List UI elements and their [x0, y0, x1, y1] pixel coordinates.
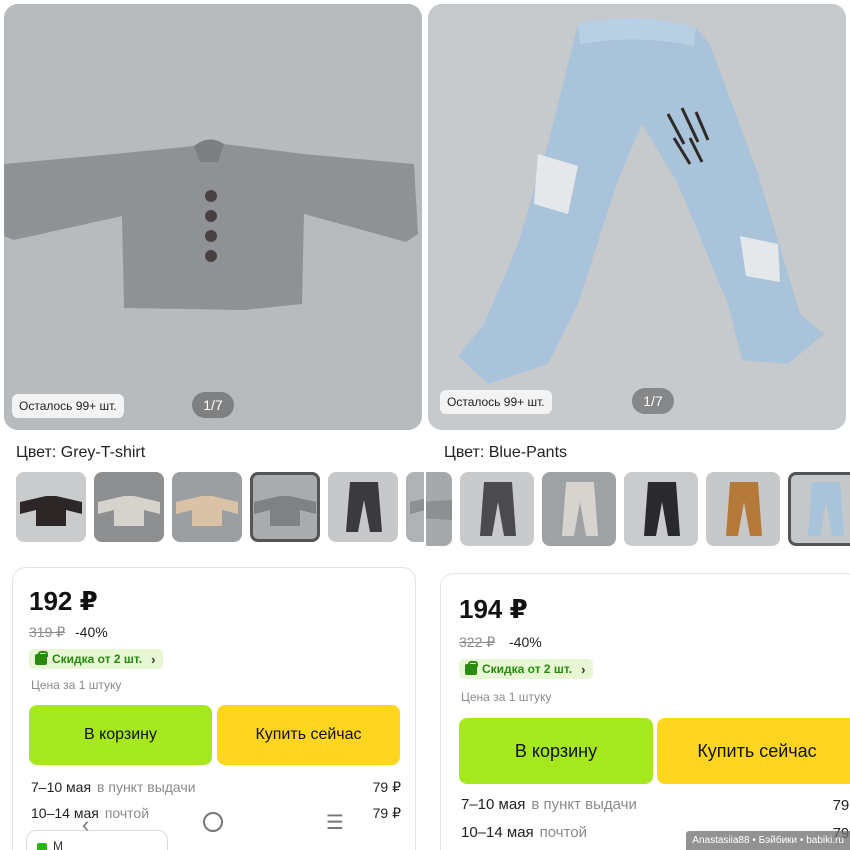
watermark: Anastasiia88 • Бэйбики • babiki.ru	[686, 831, 850, 850]
old-price: 322 ₽	[459, 634, 496, 650]
image-counter: 1/7	[632, 388, 674, 414]
buy-now-button[interactable]: Купить сейчас	[217, 705, 400, 765]
color-label: Цвет: Grey-T-shirt	[16, 444, 146, 461]
thumbnail-grey-sweater-partial[interactable]	[406, 472, 424, 542]
thumbnail-black-sweater[interactable]	[16, 472, 86, 542]
product-panel-grey-shirt: Осталось 99+ шт. 1/7 Цвет: Grey-T-shirt …	[0, 0, 424, 850]
unit-note: Цена за 1 штуку	[461, 690, 552, 704]
shopping-bag-icon	[465, 660, 478, 675]
color-label: Цвет: Blue-Pants	[444, 444, 568, 461]
unit-note: Цена за 1 штуку	[31, 678, 122, 692]
back-nav-icon[interactable]: ‹	[82, 812, 89, 838]
chevron-right-icon: ›	[151, 651, 156, 667]
price: 194 ₽	[459, 594, 528, 624]
delivery-method: почтой	[539, 824, 588, 841]
thumbnail-grey-sweater[interactable]	[250, 472, 320, 542]
thumbnail-beige-sweater[interactable]	[172, 472, 242, 542]
delivery-option-pickup: 7–10 мая в пункт выдачи 79 ₽	[461, 796, 850, 814]
image-counter: 1/7	[192, 392, 234, 418]
thumbnail-light-grey-sweater[interactable]	[94, 472, 164, 542]
thumbnail-blue-pants[interactable]	[788, 472, 850, 546]
bulk-discount-label: Скидка от 2 шт.	[52, 652, 143, 666]
stock-badge: Осталось 99+ шт.	[440, 390, 552, 414]
product-photo[interactable]: Осталось 99+ шт. 1/7	[4, 4, 422, 430]
price-card: 192 ₽ 319 ₽ -40% Скидка от 2 шт. › Цена …	[12, 567, 416, 850]
delivery-cost: 79 ₽	[832, 797, 850, 814]
price: 192 ₽	[29, 586, 98, 616]
blue-pants-image	[428, 4, 846, 430]
color-thumbnails	[16, 472, 424, 544]
thumbnail-light-grey-pants[interactable]	[542, 472, 616, 546]
delivery-dates: 7–10 мая	[31, 779, 92, 795]
bulk-discount-label: Скидка от 2 шт.	[482, 662, 573, 676]
discount-percent: -40%	[75, 624, 108, 640]
menu-nav-icon[interactable]: ☰	[326, 810, 344, 835]
thumbnail-brown-pants[interactable]	[706, 472, 780, 546]
add-to-cart-button[interactable]: В корзину	[29, 705, 212, 765]
delivery-cost: 79 ₽	[372, 805, 401, 821]
discount-percent: -40%	[509, 634, 542, 650]
delivery-dates: 7–10 мая	[461, 796, 526, 813]
color-thumbnails	[426, 472, 850, 546]
stock-badge: Осталось 99+ шт.	[12, 394, 124, 418]
thumbnail-dark-pants[interactable]	[328, 472, 398, 542]
floating-chip[interactable]: М	[26, 830, 168, 850]
bulk-discount-link[interactable]: Скидка от 2 шт. ›	[459, 659, 594, 679]
chevron-right-icon: ›	[581, 661, 586, 677]
buy-now-button[interactable]: Купить сейчас	[657, 718, 850, 784]
add-to-cart-button[interactable]: В корзину	[459, 718, 653, 784]
product-photo[interactable]: Осталось 99+ шт. 1/7	[428, 4, 846, 430]
thumbnail-black-pants[interactable]	[624, 472, 698, 546]
product-panel-blue-pants: Осталось 99+ шт. 1/7 Цвет: Blue-Pants 19…	[426, 0, 850, 850]
old-price: 319 ₽	[29, 624, 66, 640]
home-nav-icon[interactable]	[203, 812, 223, 832]
delivery-dates: 10–14 мая	[461, 824, 534, 841]
delivery-option-pickup: 7–10 мая в пункт выдачи 79 ₽	[31, 779, 401, 795]
grey-sweater-image	[4, 4, 422, 430]
delivery-cost: 79 ₽	[372, 779, 401, 795]
delivery-method: в пункт выдачи	[97, 779, 196, 795]
thumbnail-dark-grey-pants[interactable]	[460, 472, 534, 546]
status-icon	[37, 843, 47, 850]
delivery-method: в пункт выдачи	[531, 796, 637, 813]
delivery-method: почтой	[104, 805, 150, 821]
thumbnail-sweater-partial[interactable]	[426, 472, 452, 546]
price-card: 194 ₽ 322 ₽ -40% Скидка от 2 шт. › Цена …	[440, 573, 850, 850]
floating-chip-label: М	[53, 839, 63, 850]
bulk-discount-link[interactable]: Скидка от 2 шт. ›	[29, 649, 164, 669]
shopping-bag-icon	[35, 650, 48, 665]
